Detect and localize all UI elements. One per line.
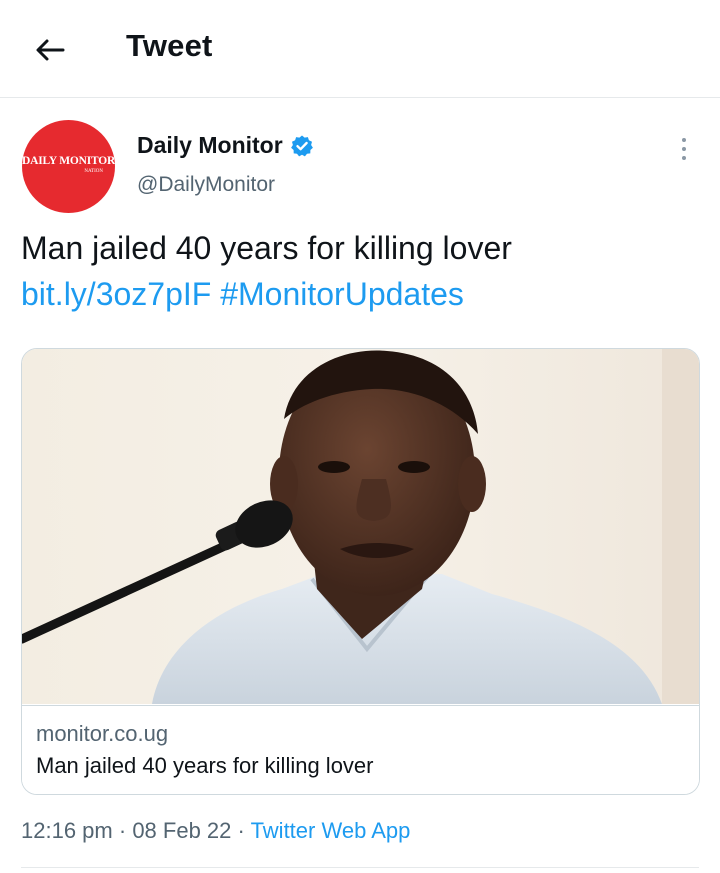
meta-separator: ·	[118, 818, 127, 843]
tweet-text: Man jailed 40 years for killing lover bi…	[21, 225, 701, 317]
avatar-logo-subtext: NATION	[84, 169, 103, 174]
card-photo-illustration	[22, 349, 699, 704]
card-title: Man jailed 40 years for killing lover	[36, 753, 374, 778]
meta-separator: ·	[237, 818, 245, 843]
page-title: Tweet	[126, 28, 213, 63]
author-name: Daily Monitor	[137, 132, 283, 158]
avatar-logo-text: DAILY MONITOR	[22, 155, 115, 167]
back-button[interactable]	[30, 30, 70, 70]
tweet-source-app[interactable]: Twitter Web App	[251, 818, 411, 843]
more-dot-icon	[682, 147, 686, 151]
divider	[21, 867, 699, 868]
back-arrow-icon	[36, 39, 65, 61]
verified-badge-icon	[290, 135, 313, 156]
tweet-link[interactable]: bit.ly/3oz7pIF	[21, 276, 211, 312]
author-handle[interactable]: @DailyMonitor	[137, 173, 275, 197]
tweet-metadata: 12:16 pm · 08 Feb 22 · Twitter Web App	[21, 818, 410, 844]
top-bar: Tweet	[0, 0, 720, 98]
avatar[interactable]: DAILY MONITOR NATION	[22, 120, 115, 213]
link-preview-card[interactable]: monitor.co.ug Man jailed 40 years for ki…	[21, 348, 700, 795]
card-image	[22, 349, 699, 704]
author-name-link[interactable]: Daily Monitor	[137, 132, 314, 159]
tweet-body: Man jailed 40 years for killing lover	[21, 230, 512, 266]
tweet-time[interactable]: 12:16 pm	[21, 818, 113, 843]
card-meta: monitor.co.ug Man jailed 40 years for ki…	[22, 705, 699, 794]
tweet-hashtag[interactable]: #MonitorUpdates	[220, 276, 464, 312]
more-options-button[interactable]	[672, 134, 696, 164]
card-domain: monitor.co.ug	[36, 721, 169, 746]
more-dot-icon	[682, 138, 686, 142]
more-dot-icon	[682, 156, 686, 160]
tweet-date[interactable]: 08 Feb 22	[132, 818, 231, 843]
